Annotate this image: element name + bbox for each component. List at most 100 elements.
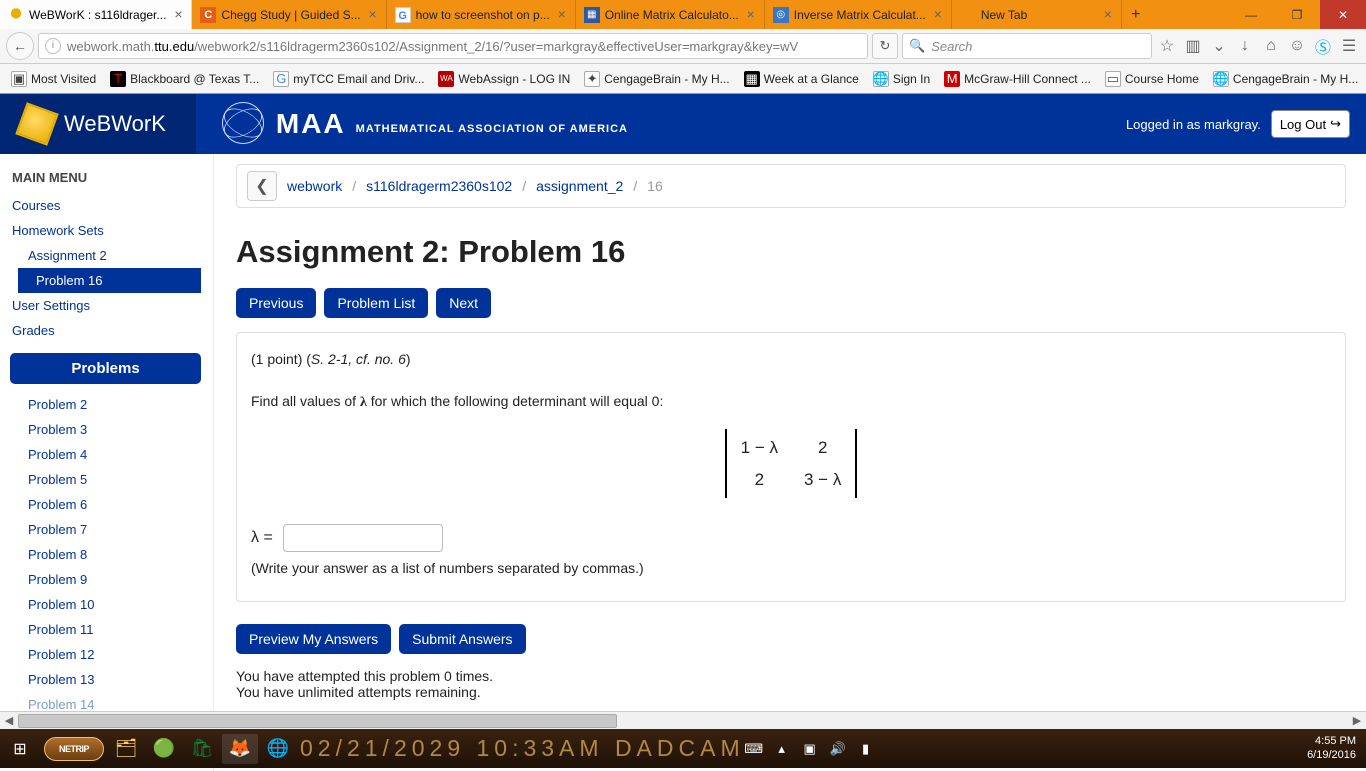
sidebar-item-grades[interactable]: Grades: [0, 318, 211, 343]
keyboard-icon[interactable]: ⌨: [745, 740, 763, 758]
horizontal-scrollbar[interactable]: ◀ ▶: [0, 711, 1366, 729]
webwork-logo[interactable]: WeBWorK: [0, 94, 196, 154]
sidebar-item-current-problem[interactable]: Problem 16: [18, 268, 201, 293]
sidebar-item-assignment[interactable]: Assignment 2: [0, 243, 211, 268]
tab-newtab[interactable]: New Tab ×: [952, 0, 1122, 29]
logout-button[interactable]: Log Out ↪: [1271, 110, 1350, 138]
window-minimize-button[interactable]: —: [1228, 0, 1274, 29]
bookmarks-toolbar: ▣Most Visited TBlackboard @ Texas T... G…: [0, 64, 1366, 94]
sidebar-item-homework-sets[interactable]: Homework Sets: [0, 218, 211, 243]
bookmark-blackboard[interactable]: TBlackboard @ Texas T...: [105, 68, 264, 90]
search-placeholder: Search: [931, 39, 972, 54]
nav-back-button[interactable]: ←: [6, 32, 34, 60]
tab-close-icon[interactable]: ×: [171, 8, 185, 22]
taskbar-app-explorer[interactable]: 🗂: [108, 734, 144, 764]
pocket-icon[interactable]: ⌄: [1208, 35, 1230, 57]
sidebar-problem-link[interactable]: Problem 12: [0, 642, 211, 667]
tray-up-icon[interactable]: ▴: [773, 740, 791, 758]
bookmark-webassign[interactable]: WAWebAssign - LOG IN: [433, 68, 575, 90]
logout-icon: ↪: [1330, 116, 1341, 132]
scroll-right-icon[interactable]: ▶: [1348, 713, 1366, 729]
bookmark-star-icon[interactable]: ☆: [1156, 35, 1178, 57]
bookmark-coursehome[interactable]: ▭Course Home: [1100, 68, 1204, 90]
tab-title: WeBWorK : s116ldrager...: [29, 8, 166, 22]
sidebar-problem-link[interactable]: Problem 6: [0, 492, 211, 517]
taskbar-app-other[interactable]: 🌐: [260, 734, 296, 764]
tab-invmatrix[interactable]: ◎ Inverse Matrix Calculat... ×: [765, 0, 952, 29]
tab-chegg[interactable]: C Chegg Study | Guided S... ×: [192, 0, 386, 29]
bookmark-mytcc[interactable]: GmyTCC Email and Driv...: [268, 68, 429, 90]
submit-answers-button[interactable]: Submit Answers: [399, 624, 525, 654]
tab-close-icon[interactable]: ×: [366, 8, 380, 22]
breadcrumb-link[interactable]: webwork: [287, 178, 342, 194]
reload-button[interactable]: ↻: [872, 33, 898, 59]
smile-icon[interactable]: ☺: [1286, 35, 1308, 57]
window-restore-button[interactable]: ❐: [1274, 0, 1320, 29]
downloads-icon[interactable]: ↓: [1234, 35, 1256, 57]
url-input[interactable]: i webwork.math.ttu.edu/webwork2/s116ldra…: [38, 33, 868, 59]
main-sidebar: MAIN MENU Courses Homework Sets Assignme…: [0, 154, 214, 771]
action-center-icon[interactable]: ▣: [801, 740, 819, 758]
tab-webwork[interactable]: WeBWorK : s116ldrager... ×: [0, 0, 192, 29]
taskbar-app-store[interactable]: 🛍: [184, 734, 220, 764]
taskbar-app-firefox[interactable]: 🦊: [222, 734, 258, 764]
home-icon[interactable]: ⌂: [1260, 35, 1282, 57]
bookmark-most-visited[interactable]: ▣Most Visited: [6, 68, 101, 90]
sidebar-problem-link[interactable]: Problem 2: [0, 392, 211, 417]
folder-icon: ▣: [11, 71, 27, 87]
maa-logo[interactable]: MAA MATHEMATICAL ASSOCIATION OF AMERICA: [222, 102, 628, 146]
sidebar-problem-link[interactable]: Problem 11: [0, 617, 211, 642]
sidebar-problem-link[interactable]: Problem 7: [0, 517, 211, 542]
sidebar-problem-link[interactable]: Problem 5: [0, 467, 211, 492]
sidebar-problem-link[interactable]: Problem 8: [0, 542, 211, 567]
taskbar-clock[interactable]: 4:55 PM 6/19/2016: [1307, 735, 1366, 761]
tab-close-icon[interactable]: ×: [931, 8, 945, 22]
sidebar-problem-link[interactable]: Problem 3: [0, 417, 211, 442]
sidebar-problem-link[interactable]: Problem 9: [0, 567, 211, 592]
volume-icon[interactable]: 🔊: [829, 740, 847, 758]
sidebar-item-user-settings[interactable]: User Settings: [0, 293, 211, 318]
next-button[interactable]: Next: [436, 288, 491, 318]
search-input[interactable]: 🔍 Search: [902, 33, 1152, 59]
sidebar-problem-link[interactable]: Problem 10: [0, 592, 211, 617]
scroll-track[interactable]: [18, 713, 1348, 729]
preview-answers-button[interactable]: Preview My Answers: [236, 624, 391, 654]
breadcrumb-back-button[interactable]: ❮: [247, 171, 277, 201]
site-header: WeBWorK MAA MATHEMATICAL ASSOCIATION OF …: [0, 94, 1366, 154]
scroll-thumb[interactable]: [18, 714, 617, 728]
sidebar-toggle-icon[interactable]: ▥: [1182, 35, 1204, 57]
previous-button[interactable]: Previous: [236, 288, 316, 318]
bookmark-week[interactable]: ▦Week at a Glance: [739, 68, 864, 90]
network-icon[interactable]: ▮: [857, 740, 875, 758]
bookmark-cengage[interactable]: ✦CengageBrain - My H...: [579, 68, 734, 90]
problem-list-button[interactable]: Problem List: [324, 288, 428, 318]
system-tray: ⌨ ▴ ▣ 🔊 ▮: [745, 740, 875, 758]
bookmark-mcgraw[interactable]: MMcGraw-Hill Connect ...: [939, 68, 1096, 90]
wa-icon: WA: [438, 71, 454, 87]
sidebar-problem-link[interactable]: Problem 13: [0, 667, 211, 692]
tab-close-icon[interactable]: ×: [744, 8, 758, 22]
breadcrumb-link[interactable]: s116ldragerm2360s102: [366, 178, 512, 194]
start-button[interactable]: ⊞: [0, 729, 40, 768]
window-close-button[interactable]: ✕: [1320, 0, 1366, 29]
bookmark-signin[interactable]: 🌐Sign In: [868, 68, 935, 90]
taskbar-app-chrome[interactable]: 🟢: [146, 734, 182, 764]
new-tab-button[interactable]: +: [1122, 0, 1150, 29]
skype-icon[interactable]: Ⓢ: [1312, 35, 1334, 57]
tab-google[interactable]: G how to screenshot on p... ×: [387, 0, 576, 29]
bookmark-cengage2[interactable]: 🌐CengageBrain - My H...: [1208, 68, 1363, 90]
menu-icon[interactable]: ☰: [1338, 35, 1360, 57]
breadcrumb-link[interactable]: assignment_2: [536, 178, 623, 194]
scroll-left-icon[interactable]: ◀: [0, 713, 18, 729]
sidebar-problem-link[interactable]: Problem 4: [0, 442, 211, 467]
breadcrumb-sep: /: [633, 178, 637, 194]
answer-input[interactable]: [283, 524, 443, 552]
tab-close-icon[interactable]: ×: [555, 8, 569, 22]
tab-matrixcalc[interactable]: ▦ Online Matrix Calculato... ×: [576, 0, 765, 29]
globe-icon: 🌐: [1213, 71, 1229, 87]
tab-close-icon[interactable]: ×: [1101, 8, 1115, 22]
matrix-cell: 2: [804, 435, 841, 461]
page-info-icon[interactable]: i: [45, 38, 61, 54]
sidebar-item-courses[interactable]: Courses: [0, 193, 211, 218]
taskbar-badge[interactable]: NETRIP: [44, 734, 104, 764]
